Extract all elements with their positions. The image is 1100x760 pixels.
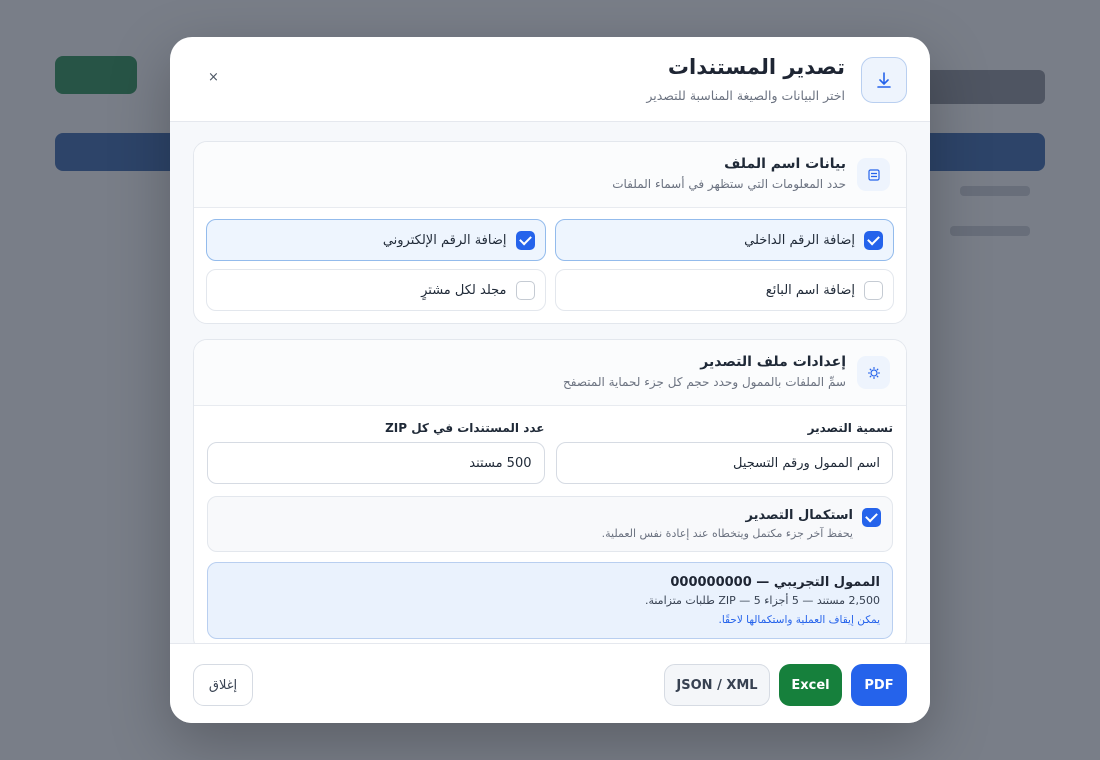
summary-title: الممول التجريبي — 000000000: [670, 575, 880, 590]
naming-select[interactable]: اسم الممول ورقم التسجيل: [555, 442, 893, 484]
option-seller-name[interactable]: إضافة اسم البائع: [554, 269, 894, 311]
zip-size-select[interactable]: 500 مستند: [207, 442, 545, 484]
option-electronic-number[interactable]: إضافة الرقم الإلكتروني: [206, 219, 546, 261]
section-title: بيانات اسم الملف: [724, 156, 846, 172]
checkbox[interactable]: [515, 280, 535, 300]
settings-fields: تسمية التصدير اسم الممول ورقم التسجيل عد…: [194, 406, 906, 484]
option-label: إضافة الرقم الإلكتروني: [382, 232, 507, 248]
summary-details: 2,500 مستند — 5 أجزاء ZIP — 5 طلبات متزا…: [644, 594, 880, 607]
close-button[interactable]: إغلاق: [193, 664, 253, 706]
checkbox[interactable]: [864, 280, 883, 300]
filename-options: إضافة الرقم الداخلي إضافة الرقم الإلكترو…: [194, 208, 906, 323]
option-label: إضافة اسم البائع: [765, 282, 855, 298]
dialog-header: تصدير المستندات اختر البيانات والصيغة ال…: [170, 37, 930, 122]
export-json-xml-button[interactable]: JSON / XML: [664, 664, 770, 706]
resume-export-option[interactable]: استكمال التصدير يحفظ آخر جزء مكتمل ويتخط…: [207, 496, 893, 552]
filename-section: بيانات اسم الملف حدد المعلومات التي ستظه…: [193, 141, 907, 324]
export-pdf-button[interactable]: PDF: [851, 664, 907, 706]
zip-size-label: عدد المستندات في كل ZIP: [385, 421, 545, 435]
download-icon: [861, 57, 907, 103]
checkbox[interactable]: [864, 230, 883, 250]
naming-label: تسمية التصدير: [807, 421, 893, 435]
dialog-footer: PDF Excel JSON / XML إغلاق: [170, 643, 930, 723]
section-subtitle: سمِّ الملفات بالممول وحدد حجم كل جزء لحم…: [563, 375, 846, 389]
dialog-body[interactable]: بيانات اسم الملف حدد المعلومات التي ستظه…: [170, 122, 930, 643]
section-title: إعدادات ملف التصدير: [700, 354, 846, 370]
summary-note: يمكن إيقاف العملية واستكمالها لاحقًا.: [718, 614, 880, 626]
close-icon[interactable]: ×: [208, 70, 219, 85]
resume-title: استكمال التصدير: [745, 508, 853, 523]
export-settings-header: إعدادات ملف التصدير سمِّ الملفات بالممول…: [194, 340, 906, 406]
option-label: مجلد لكل مشترٍ: [421, 282, 507, 298]
dialog-subtitle: اختر البيانات والصيغة المناسبة للتصدير: [646, 88, 845, 103]
list-icon: [857, 158, 890, 191]
option-label: إضافة الرقم الداخلي: [744, 232, 855, 248]
option-internal-number[interactable]: إضافة الرقم الداخلي: [554, 219, 894, 261]
filename-section-header: بيانات اسم الملف حدد المعلومات التي ستظه…: [194, 142, 906, 208]
checkbox[interactable]: [515, 230, 535, 250]
naming-field-group: تسمية التصدير اسم الممول ورقم التسجيل: [555, 421, 893, 484]
export-dialog: تصدير المستندات اختر البيانات والصيغة ال…: [170, 37, 930, 723]
dialog-title: تصدير المستندات: [667, 55, 845, 79]
export-summary-box: الممول التجريبي — 000000000 2,500 مستند …: [207, 562, 893, 639]
zip-size-field-group: عدد المستندات في كل ZIP 500 مستند: [207, 421, 545, 484]
option-folder-per-buyer[interactable]: مجلد لكل مشترٍ: [206, 269, 546, 311]
resume-subtitle: يحفظ آخر جزء مكتمل ويتخطاه عند إعادة نفس…: [601, 527, 853, 540]
export-settings-section: إعدادات ملف التصدير سمِّ الملفات بالممول…: [193, 339, 907, 643]
settings-icon: [857, 356, 890, 389]
checkbox[interactable]: [862, 508, 881, 527]
section-subtitle: حدد المعلومات التي ستظهر في أسماء الملفا…: [612, 177, 846, 191]
export-excel-button[interactable]: Excel: [779, 664, 842, 706]
